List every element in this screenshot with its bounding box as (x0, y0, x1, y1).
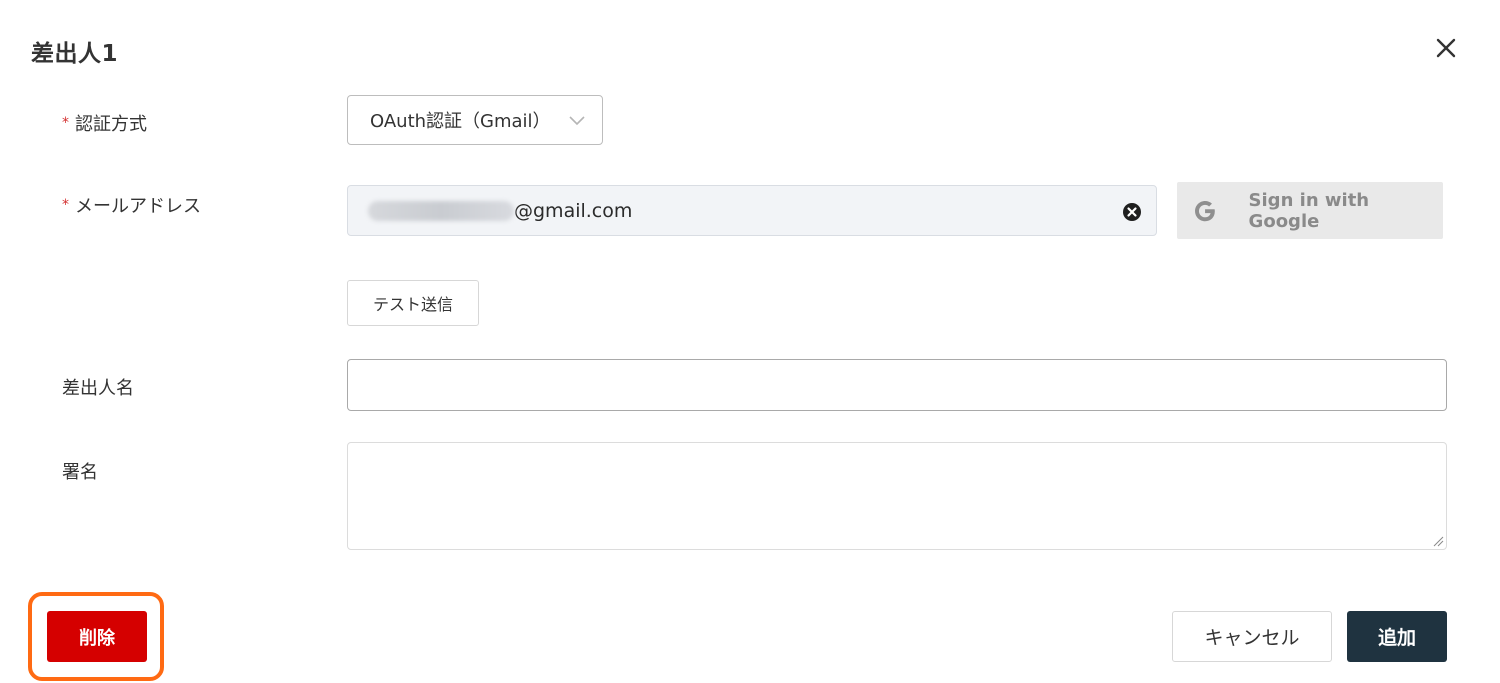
email-label-text: メールアドレス (75, 196, 201, 217)
google-signin-button[interactable]: Sign in with Google (1177, 182, 1443, 239)
email-label: * メールアドレス (62, 192, 201, 218)
auth-method-selected: OAuth認証（Gmail） (370, 111, 551, 132)
redacted-email-local-part (368, 200, 514, 221)
sender-dialog: 差出人1 * 認証方式 OAuth認証（Gmail） * メールアドレス @gmai… (0, 0, 1500, 683)
google-signin-label: Sign in with Google (1248, 189, 1370, 232)
close-button[interactable] (1432, 34, 1460, 62)
required-mark: * (62, 115, 69, 131)
signature-label: 署名 (62, 462, 98, 483)
email-field[interactable]: @gmail.com (347, 185, 1157, 236)
sender-name-input[interactable] (347, 359, 1447, 411)
auth-method-select[interactable]: OAuth認証（Gmail） (347, 95, 603, 145)
required-mark: * (62, 197, 69, 213)
test-send-button[interactable]: テスト送信 (347, 280, 479, 326)
resize-handle-icon[interactable] (1432, 535, 1444, 547)
cancel-button[interactable]: キャンセル (1172, 611, 1332, 662)
auth-method-label-text: 認証方式 (75, 114, 147, 135)
close-icon (1436, 38, 1456, 58)
add-button[interactable]: 追加 (1347, 611, 1447, 662)
auth-method-label: * 認証方式 (62, 110, 147, 136)
dialog-title: 差出人1 (31, 41, 119, 67)
sender-name-label: 差出人名 (62, 378, 134, 399)
clear-icon[interactable] (1122, 202, 1142, 222)
email-domain: @gmail.com (514, 199, 633, 222)
google-icon (1195, 200, 1215, 221)
delete-button[interactable]: 削除 (47, 611, 147, 662)
chevron-down-icon (569, 116, 585, 126)
signature-textarea[interactable] (347, 442, 1447, 550)
